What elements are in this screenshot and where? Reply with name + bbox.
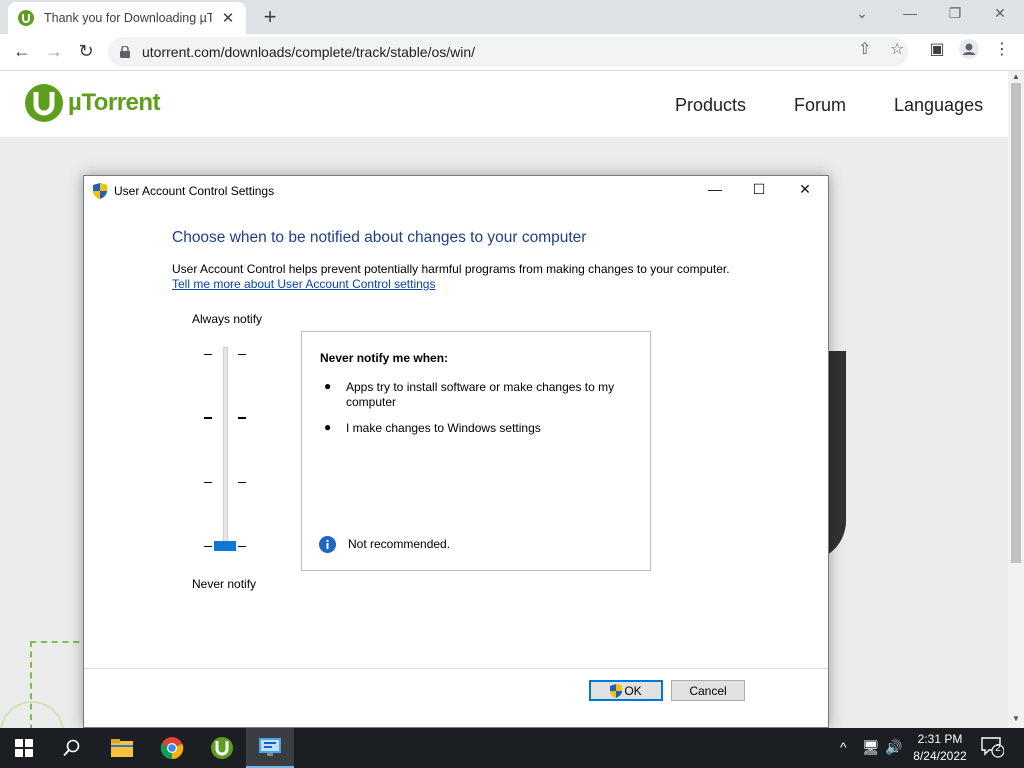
bullet-icon: ● [324, 420, 332, 434]
taskbar-search-button[interactable] [48, 728, 96, 768]
profile-avatar-icon[interactable] [958, 39, 980, 64]
network-icon[interactable]: 🖥 [862, 739, 880, 756]
info-icon [319, 536, 336, 553]
windows-logo-icon [15, 739, 33, 757]
dialog-title: User Account Control Settings [114, 184, 275, 198]
info-bullet-text: I make changes to Windows settings [346, 421, 541, 435]
info-note: Not recommended. [348, 537, 451, 551]
taskbar-uac-settings[interactable] [246, 728, 294, 768]
slider-tick [238, 482, 246, 483]
utorrent-logo[interactable]: µTorrent [24, 83, 161, 123]
taskbar-clock[interactable]: 2:31 PM 8/24/2022 [905, 731, 975, 765]
folder-icon [111, 739, 133, 757]
reload-button[interactable]: ↻ [75, 41, 97, 62]
page-scrollbar[interactable]: ▲ ▼ [1008, 71, 1024, 728]
windows-taskbar: ^ 🖥 🔊 2:31 PM 8/24/2022 2 [0, 728, 1024, 768]
clock-time: 2:31 PM [917, 732, 963, 746]
slider-tick [204, 482, 212, 483]
dialog-minimize-button[interactable]: — [700, 181, 730, 201]
notify-level-slider-thumb[interactable] [214, 541, 236, 551]
window-minimize-button[interactable]: — [900, 5, 920, 21]
scroll-up-icon[interactable]: ▲ [1012, 72, 1020, 81]
address-bar[interactable]: utorrent.com/downloads/complete/track/st… [108, 37, 908, 67]
uac-help-link[interactable]: Tell me more about User Account Control … [172, 277, 435, 291]
taskbar-chrome[interactable] [148, 728, 196, 768]
forward-button[interactable]: → [43, 41, 65, 62]
taskbar-file-explorer[interactable] [98, 728, 146, 768]
tab-search-icon[interactable]: ⌄ [852, 5, 872, 22]
browser-tab[interactable]: Thank you for Downloading µTor ✕ [8, 2, 246, 34]
lock-icon [120, 46, 130, 58]
back-button[interactable]: ← [11, 41, 33, 62]
share-icon[interactable]: ⇧ [858, 39, 871, 59]
tray-overflow-icon[interactable]: ^ [840, 739, 847, 755]
slider-tick [238, 354, 246, 355]
logo-text: µTorrent [68, 89, 161, 116]
bullet-icon: ● [324, 379, 332, 393]
scroll-down-icon[interactable]: ▼ [1012, 714, 1020, 723]
dialog-title-bar[interactable]: User Account Control Settings — ☐ ✕ [84, 176, 828, 206]
new-tab-button[interactable]: + [258, 4, 282, 30]
browser-tab-bar: Thank you for Downloading µTor ✕ + ⌄ — ❐… [0, 0, 1024, 34]
info-bullet-text: Apps try to install software or make cha… [346, 380, 615, 409]
bookmark-star-icon[interactable]: ☆ [890, 39, 904, 59]
uac-settings-dialog: User Account Control Settings — ☐ ✕ Choo… [83, 175, 829, 728]
browser-toolbar: ← → ↻ utorrent.com/downloads/complete/tr… [0, 34, 1024, 71]
clock-date: 8/24/2022 [913, 749, 967, 763]
slider-tick [238, 546, 246, 547]
chrome-icon [160, 737, 184, 760]
ok-button-label: OK [624, 683, 642, 698]
window-close-button[interactable]: ✕ [990, 5, 1010, 22]
dialog-description: User Account Control helps prevent poten… [172, 262, 730, 276]
slider-tick [204, 546, 212, 547]
browser-menu-icon[interactable]: ⋮ [991, 39, 1013, 59]
window-restore-button[interactable]: ❐ [945, 5, 965, 22]
nav-languages[interactable]: Languages [894, 95, 983, 116]
slider-bottom-label: Never notify [192, 577, 257, 591]
utorrent-logo-icon [25, 84, 63, 122]
dialog-close-button[interactable]: ✕ [790, 181, 820, 201]
notify-info-box: Never notify me when: ● Apps try to inst… [301, 331, 651, 571]
tab-title: Thank you for Downloading µTor [44, 11, 212, 25]
side-panel-icon[interactable]: ▣ [926, 39, 948, 59]
utorrent-favicon-icon [18, 10, 34, 26]
uac-shield-icon [610, 683, 623, 698]
volume-icon[interactable]: 🔊 [885, 739, 902, 756]
notification-center-button[interactable]: 2 [980, 736, 1008, 760]
cancel-button[interactable]: Cancel [671, 680, 745, 701]
slider-tick [238, 417, 246, 419]
scrollbar-thumb[interactable] [1011, 83, 1021, 563]
url-text: utorrent.com/downloads/complete/track/st… [142, 44, 476, 60]
slider-tick [204, 417, 212, 419]
site-header: µTorrent Products Forum Languages [0, 71, 1008, 137]
slider-tick [204, 354, 212, 355]
taskbar-utorrent[interactable] [198, 728, 246, 768]
slider-top-label: Always notify [192, 312, 263, 326]
search-icon [63, 739, 80, 757]
notification-count: 2 [995, 743, 1001, 754]
utorrent-icon [211, 737, 233, 759]
notify-level-slider-track[interactable] [223, 347, 228, 547]
info-heading: Never notify me when: [320, 351, 449, 365]
ok-button[interactable]: OK [589, 680, 663, 701]
nav-products[interactable]: Products [675, 95, 746, 116]
control-panel-icon [259, 738, 281, 756]
dialog-maximize-button[interactable]: ☐ [744, 181, 774, 201]
tab-close-icon[interactable]: ✕ [220, 9, 236, 27]
dialog-heading: Choose when to be notified about changes… [172, 229, 587, 246]
dialog-footer: OK Cancel [84, 668, 828, 727]
start-button[interactable] [0, 728, 48, 768]
nav-forum[interactable]: Forum [794, 95, 846, 116]
uac-shield-icon [93, 183, 107, 199]
